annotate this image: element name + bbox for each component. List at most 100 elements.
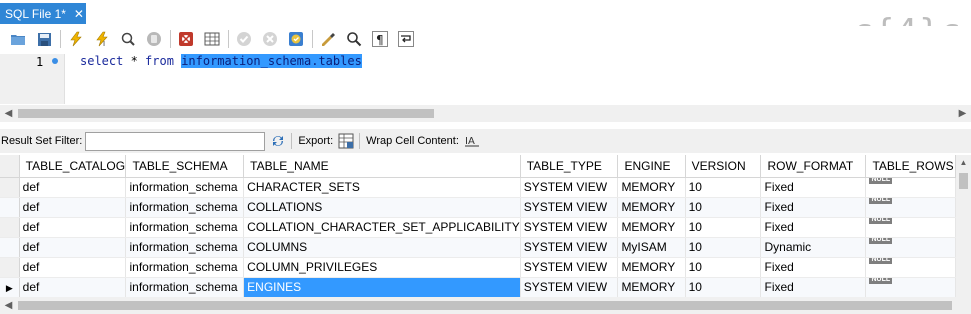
grid-cell[interactable]: def [19, 257, 127, 278]
grid-cell[interactable]: COLUMN_PRIVILEGES [243, 257, 521, 278]
grid-cell[interactable]: NULL [865, 197, 956, 218]
row-header[interactable] [0, 257, 20, 278]
grid-cell[interactable]: information_schema [125, 237, 245, 258]
grid-cell[interactable]: MEMORY [617, 177, 686, 198]
grid-cell[interactable]: Fixed [760, 177, 867, 198]
grid-cell[interactable]: def [19, 237, 127, 258]
sql-editor[interactable]: 1 select * from information_schema.table… [0, 54, 971, 104]
column-header[interactable]: TABLE_CATALOG [19, 155, 127, 178]
row-header[interactable] [0, 237, 20, 258]
table-row[interactable]: def information_schema COLUMN_PRIVILEGES SY… [0, 257, 956, 278]
grid-cell[interactable]: NULL [865, 237, 956, 258]
grid-cell[interactable]: NULL [865, 277, 956, 297]
toggle-output-icon[interactable] [202, 29, 222, 49]
column-header[interactable]: ENGINE [617, 155, 686, 178]
column-header[interactable]: TABLE_SCHEMA [125, 155, 245, 178]
column-header[interactable]: TABLE_TYPE [520, 155, 619, 178]
scroll-left-icon[interactable]: ◀ [0, 105, 17, 122]
table-row[interactable]: ▶ def information_schema ENGINES SYSTEM VIEW… [0, 277, 956, 297]
grid-cell[interactable]: NULL [865, 177, 956, 198]
grid-cell[interactable]: 10 [685, 197, 762, 218]
grid-cell[interactable]: SYSTEM VIEW [520, 197, 619, 218]
grid-cell[interactable]: Fixed [760, 197, 867, 218]
table-row[interactable]: def information_schema COLLATIONS SYSTEM VI… [0, 197, 956, 218]
refresh-icon[interactable] [269, 132, 287, 150]
execute-icon[interactable] [66, 29, 86, 49]
grid-cell[interactable]: def [19, 277, 127, 297]
grid-cell[interactable]: NULL [865, 217, 956, 238]
close-tab-icon[interactable]: ✕ [74, 7, 84, 21]
execute-current-icon[interactable]: I [92, 29, 112, 49]
toggle-continue-on-error-icon[interactable] [176, 29, 196, 49]
column-header[interactable]: VERSION [685, 155, 762, 178]
grid-cell[interactable]: Fixed [760, 217, 867, 238]
grid-cell[interactable]: COLLATIONS [243, 197, 521, 218]
table-row[interactable]: def information_schema COLLATION_CHARACTER… [0, 217, 956, 238]
wrap-cell-icon[interactable]: IA [463, 132, 481, 150]
scroll-left-icon[interactable]: ◀ [0, 297, 17, 314]
grid-cell[interactable]: Fixed [760, 277, 867, 297]
grid-cell[interactable]: NULL [865, 257, 956, 278]
grid-cell[interactable]: SYSTEM VIEW [520, 217, 619, 238]
grid-cell[interactable]: SYSTEM VIEW [520, 277, 619, 297]
grid-cell[interactable]: Fixed [760, 257, 867, 278]
table-row[interactable]: def information_schema COLUMNS SYSTEM VIEW M… [0, 237, 956, 258]
statement-marker-icon[interactable] [52, 58, 58, 64]
wrap-icon[interactable] [396, 29, 416, 49]
grid-cell[interactable]: Dynamic [760, 237, 867, 258]
column-header[interactable]: ROW_FORMAT [760, 155, 867, 178]
grid-cell[interactable]: SYSTEM VIEW [520, 237, 619, 258]
export-icon[interactable] [337, 132, 355, 150]
code-line-1[interactable]: select * from information_schema.tables [80, 54, 362, 69]
grid-cell[interactable]: SYSTEM VIEW [520, 257, 619, 278]
column-header[interactable]: TABLE_NAME [243, 155, 521, 178]
beautify-icon[interactable] [318, 29, 338, 49]
scroll-right-icon[interactable]: ▶ [954, 105, 971, 122]
save-icon[interactable] [34, 29, 54, 49]
grid-cell[interactable]: MEMORY [617, 217, 686, 238]
grid-cell[interactable]: 10 [685, 257, 762, 278]
grid-cell[interactable]: MEMORY [617, 277, 686, 297]
grid-cell[interactable]: def [19, 177, 127, 198]
grid-cell[interactable]: MyISAM [617, 237, 686, 258]
result-filter-input[interactable] [85, 131, 266, 151]
row-header[interactable]: ▶ [0, 277, 20, 297]
grid-cell[interactable]: SYSTEM VIEW [520, 177, 619, 198]
grid-cell[interactable]: CHARACTER_SETS [243, 177, 521, 198]
editor-horizontal-scrollbar[interactable]: ◀ ▶ [0, 105, 971, 122]
grid-cell[interactable]: 10 [685, 277, 762, 297]
row-header[interactable] [0, 197, 20, 218]
grid-cell[interactable]: 10 [685, 217, 762, 238]
grid-cell[interactable]: information_schema [125, 217, 245, 238]
grid-cell[interactable]: information_schema [125, 257, 245, 278]
stop-icon[interactable] [144, 29, 164, 49]
tab-sql-file-1[interactable]: SQL File 1* ✕ [0, 3, 86, 24]
grid-cell[interactable]: information_schema [125, 277, 245, 297]
grid-cell[interactable]: def [19, 197, 127, 218]
grid-cell[interactable]: information_schema [125, 177, 245, 198]
explain-icon[interactable] [118, 29, 138, 49]
scroll-thumb[interactable] [18, 301, 952, 310]
grid-horizontal-scrollbar[interactable]: ◀ [0, 297, 971, 314]
grid-vertical-scrollbar[interactable]: ▲ [956, 155, 971, 297]
grid-cell[interactable]: MEMORY [617, 257, 686, 278]
row-header[interactable] [0, 217, 20, 238]
column-header[interactable]: TABLE_ROWS [865, 155, 956, 178]
open-folder-icon[interactable] [8, 29, 28, 49]
grid-cell[interactable]: def [19, 217, 127, 238]
grid-cell[interactable]: information_schema [125, 197, 245, 218]
grid-cell[interactable]: ENGINES [243, 277, 521, 297]
grid-cell[interactable]: COLLATION_CHARACTER_SET_APPLICABILITY [243, 217, 521, 238]
grid-cell[interactable]: COLUMNS [243, 237, 521, 258]
grid-cell[interactable]: 10 [685, 237, 762, 258]
find-icon[interactable] [344, 29, 364, 49]
scroll-thumb[interactable] [959, 173, 968, 189]
grid-cell[interactable]: MEMORY [617, 197, 686, 218]
autocommit-icon[interactable] [286, 29, 306, 49]
row-header[interactable] [0, 177, 20, 198]
table-row[interactable]: def information_schema CHARACTER_SETS SYSTE… [0, 177, 956, 198]
scroll-thumb[interactable] [18, 109, 434, 118]
grid-cell[interactable]: 10 [685, 177, 762, 198]
rollback-icon[interactable] [260, 29, 280, 49]
scroll-up-icon[interactable]: ▲ [956, 158, 971, 167]
